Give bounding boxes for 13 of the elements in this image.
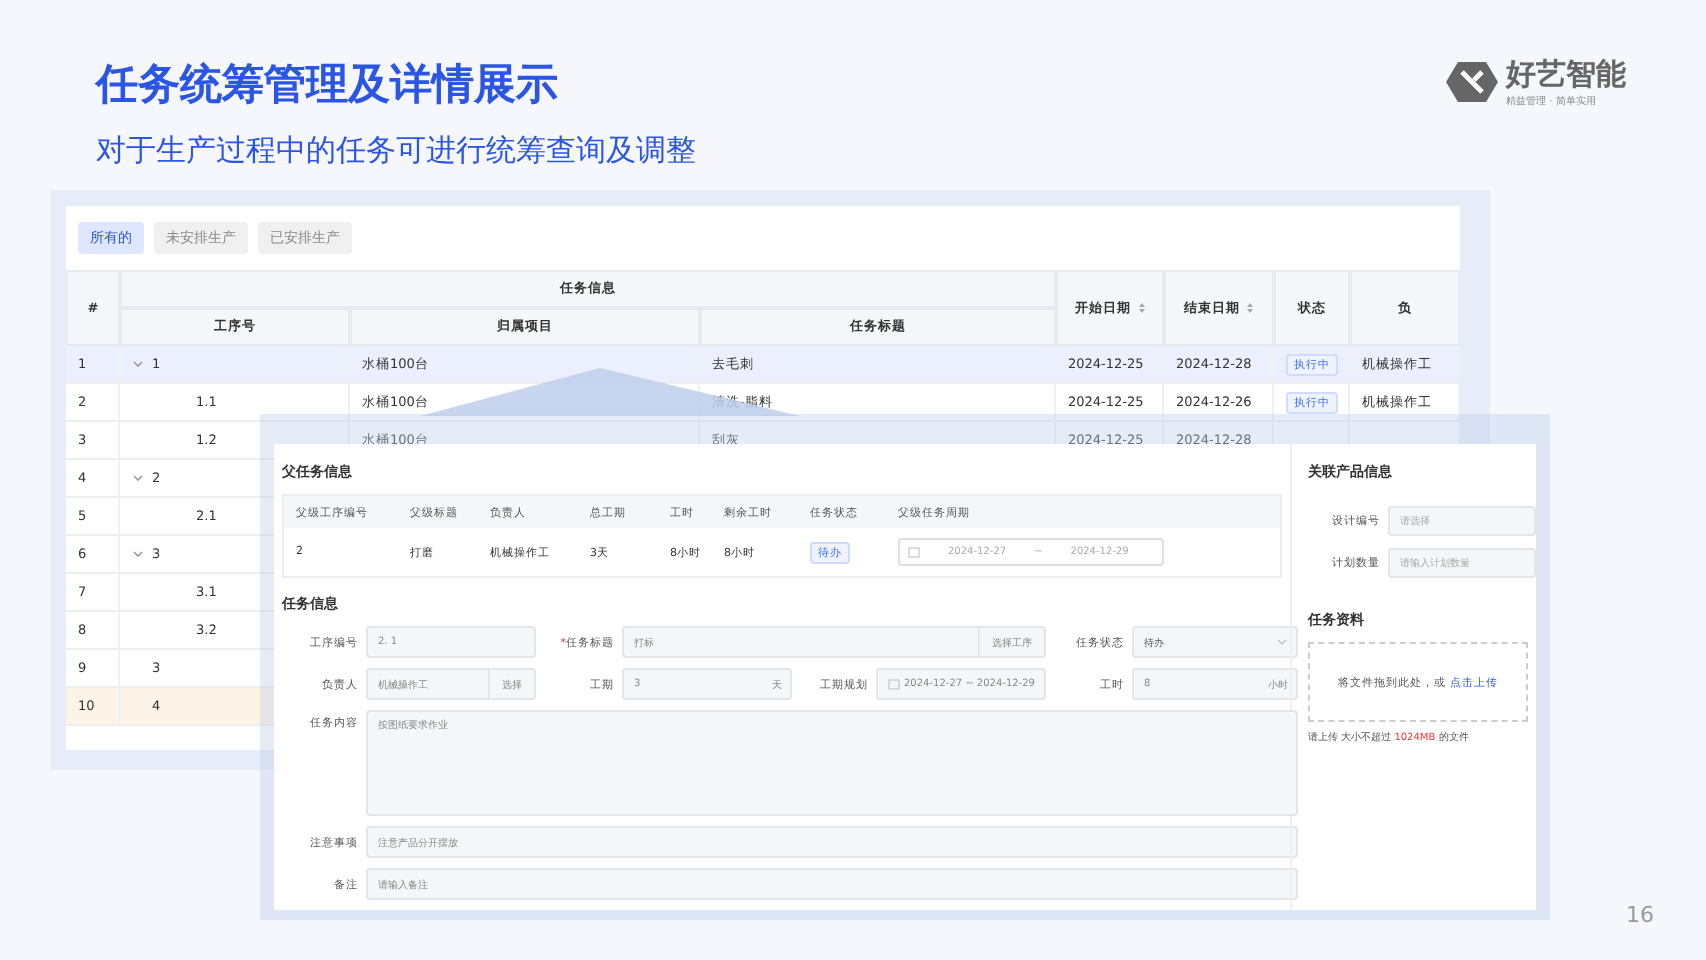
calendar-icon <box>888 678 900 690</box>
chevron-down-icon <box>1276 638 1288 646</box>
caret-down-icon[interactable] <box>132 474 144 482</box>
calendar-icon <box>908 546 920 558</box>
sort-icon[interactable] <box>1246 302 1254 314</box>
caret-down-icon[interactable] <box>132 360 144 368</box>
page-number: 16 <box>1626 902 1654 928</box>
logo-icon <box>1446 60 1498 104</box>
slide-subtitle: 对于生产过程中的任务可进行统筹查询及调整 <box>96 132 696 170</box>
caret-down-icon[interactable] <box>132 550 144 558</box>
brand-name: 好艺智能 <box>1506 56 1626 94</box>
sort-icon[interactable] <box>1137 302 1145 314</box>
slide-title: 任务统筹管理及详情展示 <box>96 58 560 112</box>
